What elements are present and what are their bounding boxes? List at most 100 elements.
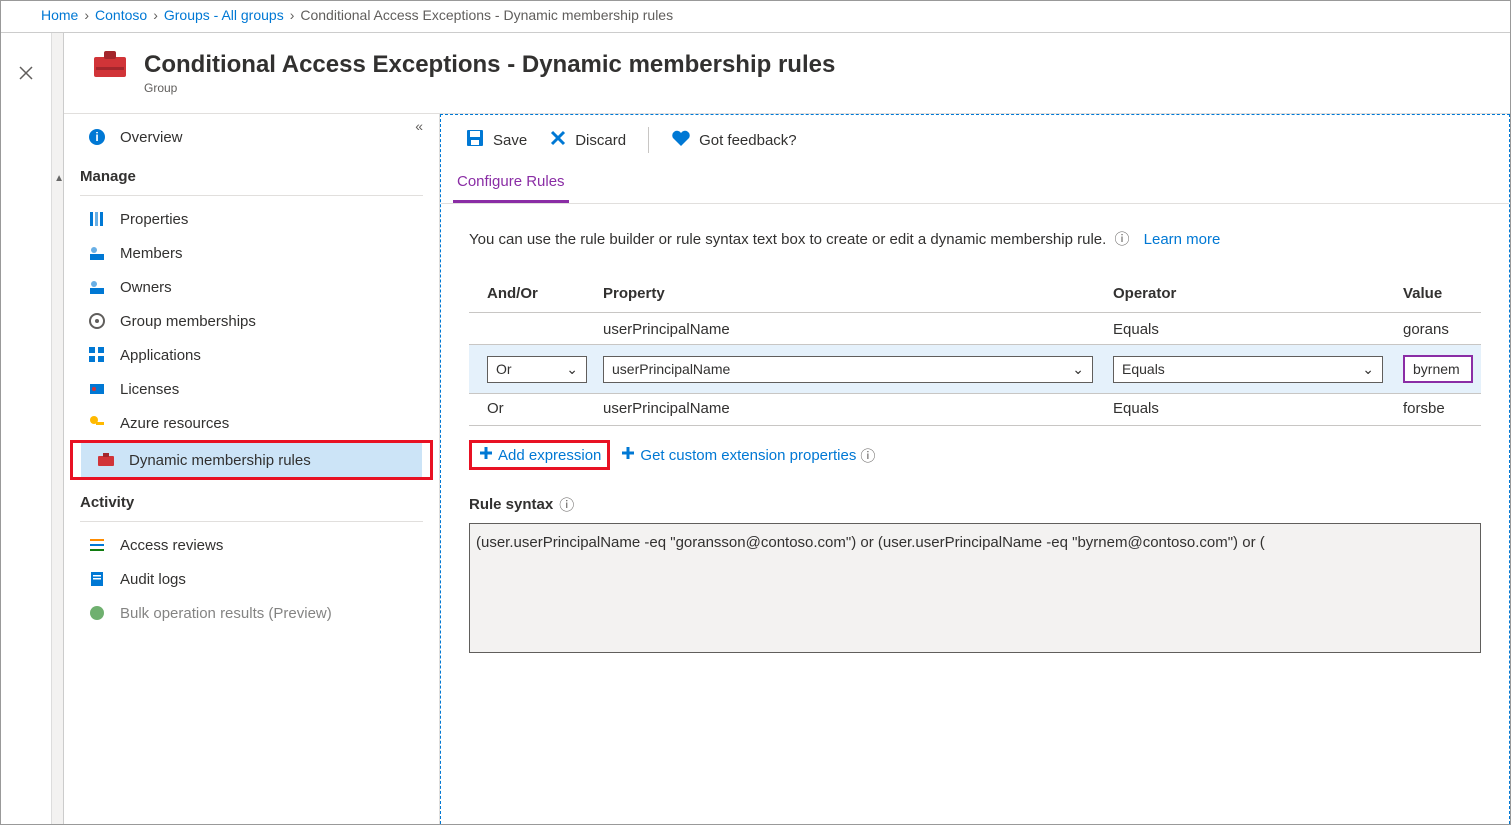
chevron-right-icon: › (290, 7, 295, 23)
toolbar: Save Discard Got feedback? (441, 115, 1509, 165)
nav-label: Bulk operation results (Preview) (120, 605, 332, 622)
license-icon (88, 380, 106, 398)
cell-andor: Or (473, 400, 603, 417)
nav-azure-resources[interactable]: Azure resources (72, 406, 431, 440)
nav-dynamic-membership-rules[interactable]: Dynamic membership rules (81, 443, 422, 477)
chevron-down-icon: ⌄ (1362, 361, 1374, 378)
nav-audit-logs[interactable]: Audit logs (72, 562, 431, 596)
col-header-operator: Operator (1113, 285, 1403, 302)
scroll-up-icon[interactable]: ▲ (54, 173, 64, 184)
tab-configure-rules[interactable]: Configure Rules (453, 165, 569, 203)
log-icon (88, 570, 106, 588)
col-header-andor: And/Or (473, 285, 603, 302)
page-title: Conditional Access Exceptions - Dynamic … (144, 51, 835, 79)
left-nav: « i Overview Manage Properties Members (64, 114, 440, 824)
page-subtitle: Group (144, 81, 835, 95)
operator-select[interactable]: Equals ⌄ (1113, 356, 1383, 383)
info-icon[interactable]: ⓘ (1114, 231, 1129, 248)
select-value: userPrincipalName (612, 361, 730, 377)
select-value: Or (496, 361, 512, 377)
add-expression-button[interactable]: Add expression (478, 445, 601, 465)
scrollbar-track[interactable]: ▲ (52, 33, 64, 824)
chevron-down-icon: ⌄ (1072, 361, 1084, 378)
key-icon (88, 414, 106, 432)
add-expression-label: Add expression (498, 447, 601, 464)
nav-owners[interactable]: Owners (72, 270, 431, 304)
save-button[interactable]: Save (465, 128, 527, 152)
nav-label: Licenses (120, 381, 179, 398)
nav-overview[interactable]: i Overview (72, 120, 431, 154)
select-value: Equals (1122, 361, 1165, 377)
col-header-property: Property (603, 285, 1113, 302)
briefcase-icon (92, 51, 128, 79)
chevron-right-icon: › (84, 7, 89, 23)
cell-operator: Equals (1113, 321, 1403, 338)
get-extension-label: Get custom extension properties (640, 447, 856, 464)
breadcrumb-org[interactable]: Contoso (95, 7, 147, 23)
cell-value: forsbe (1403, 400, 1477, 417)
nav-section-manage: Manage (64, 154, 439, 191)
breadcrumb: Home › Contoso › Groups - All groups › C… (1, 1, 1510, 33)
close-icon[interactable] (18, 68, 34, 84)
table-row-active: Or ⌄ userPrincipalName ⌄ (469, 344, 1481, 394)
intro-text: You can use the rule builder or rule syn… (469, 231, 1106, 248)
get-extension-button[interactable]: Get custom extension properties ⓘ (620, 445, 875, 466)
rule-table: And/Or Property Operator Value userPrinc… (469, 277, 1481, 426)
nav-label: Overview (120, 129, 183, 146)
toolbar-separator (648, 127, 649, 153)
save-label: Save (493, 132, 527, 149)
collapse-nav-icon[interactable]: « (415, 118, 423, 134)
info-icon: i (88, 128, 106, 146)
nav-label: Applications (120, 347, 201, 364)
nav-label: Owners (120, 279, 172, 296)
nav-label: Dynamic membership rules (129, 452, 311, 469)
nav-group-memberships[interactable]: Group memberships (72, 304, 431, 338)
tab-strip: Configure Rules (441, 165, 1509, 204)
breadcrumb-home[interactable]: Home (41, 7, 78, 23)
nav-label: Properties (120, 211, 188, 228)
cell-operator: Equals (1113, 400, 1403, 417)
rule-syntax-textbox[interactable]: (user.userPrincipalName -eq "goransson@c… (469, 523, 1481, 653)
col-header-value: Value (1403, 285, 1477, 302)
cell-property: userPrincipalName (603, 321, 1113, 338)
value-input[interactable]: byrnem (1403, 355, 1473, 383)
feedback-label: Got feedback? (699, 132, 797, 149)
breadcrumb-groups[interactable]: Groups - All groups (164, 7, 284, 23)
cell-value: gorans (1403, 321, 1477, 338)
learn-more-link[interactable]: Learn more (1144, 231, 1221, 248)
property-select[interactable]: userPrincipalName ⌄ (603, 356, 1093, 383)
page-header: Conditional Access Exceptions - Dynamic … (64, 33, 1510, 114)
heart-icon (671, 129, 691, 151)
info-icon[interactable]: ⓘ (860, 445, 875, 466)
content-pane: Save Discard Got feedback? Co (440, 114, 1510, 824)
nav-members[interactable]: Members (72, 236, 431, 270)
nav-applications[interactable]: Applications (72, 338, 431, 372)
nav-bulk-operation[interactable]: Bulk operation results (Preview) (72, 596, 431, 630)
cell-property: userPrincipalName (603, 400, 1113, 417)
breadcrumb-current: Conditional Access Exceptions - Dynamic … (300, 7, 673, 23)
plus-icon (478, 445, 494, 465)
discard-label: Discard (575, 132, 626, 149)
nav-label: Members (120, 245, 183, 262)
grid-icon (88, 346, 106, 364)
checklist-icon (88, 536, 106, 554)
chevron-down-icon: ⌄ (566, 361, 578, 378)
owners-icon (88, 278, 106, 296)
table-row: Or userPrincipalName Equals forsbe (469, 394, 1481, 423)
svg-text:i: i (95, 130, 98, 144)
sliders-icon (88, 210, 106, 228)
nav-section-activity: Activity (64, 480, 439, 517)
table-row: userPrincipalName Equals gorans (469, 315, 1481, 344)
feedback-button[interactable]: Got feedback? (671, 129, 797, 151)
nav-label: Azure resources (120, 415, 229, 432)
info-icon[interactable]: ⓘ (559, 494, 574, 515)
nav-label: Group memberships (120, 313, 256, 330)
nav-licenses[interactable]: Licenses (72, 372, 431, 406)
x-icon (549, 129, 567, 151)
nav-access-reviews[interactable]: Access reviews (72, 528, 431, 562)
discard-button[interactable]: Discard (549, 129, 626, 151)
nav-properties[interactable]: Properties (72, 202, 431, 236)
gear-icon (88, 312, 106, 330)
andor-select[interactable]: Or ⌄ (487, 356, 587, 383)
nav-label: Audit logs (120, 571, 186, 588)
